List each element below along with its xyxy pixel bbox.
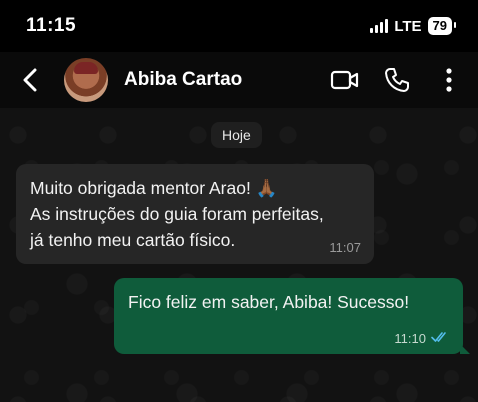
message-line: já tenho meu cartão físico.: [30, 230, 236, 250]
message-line: Muito obrigada mentor Arao! 🙏🏾: [30, 178, 278, 198]
message-time: 11:07: [329, 240, 361, 255]
header-actions: [330, 52, 464, 108]
date-chip: Hoje: [211, 122, 262, 148]
status-indicators: LTE 79: [370, 17, 457, 35]
incoming-message[interactable]: Muito obrigada mentor Arao! 🙏🏾 As instru…: [16, 164, 374, 264]
double-check-icon: [431, 331, 449, 346]
chat-area[interactable]: Hoje Muito obrigada mentor Arao! 🙏🏾 As i…: [0, 108, 478, 402]
back-arrow-icon[interactable]: [12, 62, 48, 98]
battery-icon: 79: [427, 17, 457, 35]
message-text: Fico feliz em saber, Abiba! Sucesso!: [128, 292, 410, 312]
signal-icon: [370, 19, 389, 33]
contact-name[interactable]: Abiba Cartao: [124, 69, 242, 91]
more-options-icon[interactable]: [434, 65, 464, 95]
avatar[interactable]: [64, 58, 108, 102]
chat-header: Abiba Cartao: [0, 52, 478, 108]
message-line: As instruções do guia foram perfeitas,: [30, 204, 324, 224]
video-call-icon[interactable]: [330, 65, 360, 95]
status-time: 11:15: [26, 15, 77, 36]
message-meta: 11:10: [394, 331, 449, 346]
phone-icon[interactable]: [382, 65, 412, 95]
status-bar: 11:15 LTE 79: [0, 0, 478, 52]
network-label: LTE: [394, 17, 422, 35]
message-time: 11:10: [394, 331, 426, 346]
outgoing-message[interactable]: Fico feliz em saber, Abiba! Sucesso! 11:…: [114, 278, 470, 354]
